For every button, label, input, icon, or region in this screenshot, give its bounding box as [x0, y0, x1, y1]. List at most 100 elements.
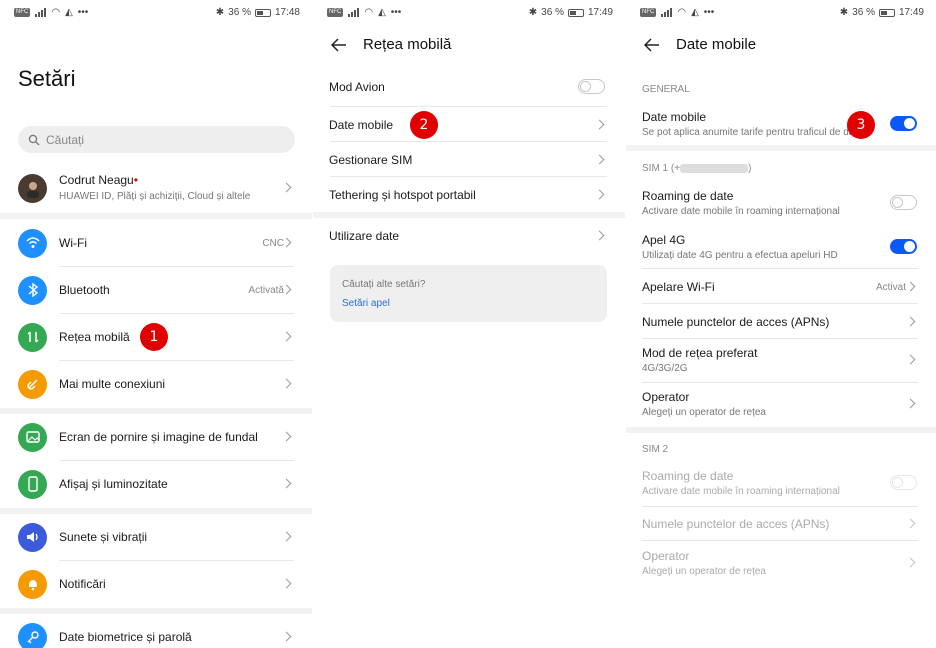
mobile-data-toggle-row[interactable]: Date mobile Se pot aplica anumite tarife… [626, 106, 936, 142]
search-icon [28, 134, 40, 145]
apn-row[interactable]: Numele punctelor de acces (APNs) [626, 307, 936, 337]
more-status-icon: ••• [390, 7, 402, 18]
wifi-label: Wi-Fi [59, 236, 87, 250]
apel-4g-row[interactable]: Apel 4G Utilizați date 4G pentru a efect… [626, 230, 936, 266]
operator-label: Operator [642, 390, 690, 404]
section-separator [0, 408, 312, 414]
roaming-subtitle: Activare date mobile în roaming internaț… [642, 206, 840, 217]
battery-icon [567, 8, 584, 17]
mobile-data-subtitle: Se pot aplica anumite tarife pentru traf… [642, 127, 863, 138]
clock: 17:49 [587, 7, 613, 18]
section-separator [0, 213, 312, 219]
section-separator [313, 212, 625, 218]
chevron-right-icon [594, 154, 605, 165]
divider [642, 338, 918, 339]
clock: 17:49 [898, 7, 924, 18]
home-screen-label: Ecran de pornire și imagine de fundal [59, 430, 258, 444]
settings-panel: NFC ◠ ◭ ••• ✱ 36 % 17:48 Setări Căutați Codr… [0, 0, 312, 648]
chevron-right-icon [281, 631, 292, 642]
bluetooth-value: Activată [248, 285, 284, 296]
search-input[interactable]: Căutați [18, 126, 295, 153]
bluetooth-status-icon: ✱ [839, 7, 849, 18]
sidebar-item-wifi[interactable]: Wi-Fi CNC [0, 228, 312, 258]
sidebar-item-notifications[interactable]: Notificări [0, 569, 312, 599]
sounds-label: Sunete și vibrații [59, 530, 148, 544]
airplane-mode-toggle[interactable] [578, 79, 605, 94]
roaming-row[interactable]: Roaming de date Activare date mobile în … [626, 186, 936, 222]
account-subtitle: HUAWEI ID, Plăți și achiziții, Cloud și … [59, 191, 251, 202]
mobile-data-toggle[interactable] [890, 116, 917, 131]
sidebar-item-bluetooth[interactable]: Bluetooth Activată [0, 275, 312, 305]
sidebar-item-home-screen[interactable]: Ecran de pornire și imagine de fundal [0, 422, 312, 452]
mobile-data-panel: NFC ◠ ◭ ••• ✱ 36 % 17:49 Date mobile GENERAL… [626, 0, 936, 648]
tethering-row[interactable]: Tethering și hotspot portabil [313, 180, 625, 210]
call-settings-link[interactable]: Setări apel [342, 298, 390, 309]
apel-4g-label: Apel 4G [642, 233, 686, 247]
biometrics-label: Date biometrice și parolă [59, 630, 192, 644]
section-separator [0, 508, 312, 514]
divider [59, 266, 294, 267]
chevron-right-icon [905, 557, 916, 568]
sim-chip-icon: NFC [14, 8, 31, 17]
section-separator [626, 427, 936, 433]
battery-percent: 36 % [852, 7, 875, 18]
image-icon [18, 422, 47, 452]
chevron-right-icon [905, 518, 916, 529]
app-icon: ◭ [65, 7, 73, 18]
signal-icon [661, 8, 673, 17]
chevron-right-icon [594, 189, 605, 200]
apn-sim2-row: Numele punctelor de acces (APNs) [626, 509, 936, 539]
divider [59, 313, 294, 314]
section-separator [626, 145, 936, 151]
sidebar-item-sounds[interactable]: Sunete și vibrații [0, 522, 312, 552]
chevron-right-icon [281, 331, 292, 342]
operator-sim2-label: Operator [642, 549, 690, 563]
back-arrow-icon[interactable] [644, 37, 660, 52]
roaming-toggle[interactable] [890, 195, 917, 210]
operator-sim2-subtitle: Alegeți un operator de rețea [642, 566, 766, 577]
roaming-sim2-subtitle: Activare date mobile în roaming internaț… [642, 486, 840, 497]
apel-4g-subtitle: Utilizați date 4G pentru a efectua apelu… [642, 250, 838, 261]
wifi-calling-row[interactable]: Apelare Wi-Fi Activat [626, 272, 936, 302]
sidebar-item-biometrics[interactable]: Date biometrice și parolă [0, 622, 312, 648]
search-placeholder: Căutați [46, 132, 85, 147]
roaming-sim2-row: Roaming de date Activare date mobile în … [626, 466, 936, 502]
section-separator [0, 608, 312, 614]
header: Date mobile [644, 36, 756, 53]
airplane-mode-row[interactable]: Mod Avion [313, 72, 625, 102]
back-arrow-icon[interactable] [331, 37, 347, 52]
divider [59, 460, 294, 461]
data-usage-row[interactable]: Utilizare date [313, 221, 625, 251]
airplane-mode-label: Mod Avion [329, 80, 385, 94]
operator-sim2-row: Operator Alegeți un operator de rețea [626, 545, 936, 583]
divider [642, 506, 918, 507]
battery-icon [878, 8, 895, 17]
app-icon: ◭ [378, 7, 386, 18]
more-status-icon: ••• [703, 7, 715, 18]
preferred-network-row[interactable]: Mod de rețea preferat 4G/3G/2G [626, 342, 936, 380]
chevron-right-icon [281, 478, 292, 489]
operator-subtitle: Alegeți un operator de rețea [642, 407, 766, 418]
sidebar-item-more-connections[interactable]: Mai multe conexiuni [0, 369, 312, 399]
page-title: Rețea mobilă [363, 36, 452, 53]
section-header-sim1: SIM 1 (+) [642, 163, 752, 174]
step-badge: 2 [410, 111, 438, 139]
help-box: Căutați alte setări? Setări apel [330, 265, 607, 322]
divider [642, 540, 918, 541]
status-bar: NFC ◠ ◭ ••• ✱ 36 % 17:49 [313, 0, 625, 26]
apel-4g-toggle[interactable] [890, 239, 917, 254]
roaming-label: Roaming de date [642, 189, 734, 203]
help-question: Căutați alte setări? [342, 279, 426, 290]
mobile-data-row[interactable]: Date mobile [313, 110, 625, 140]
mobile-network-panel: NFC ◠ ◭ ••• ✱ 36 % 17:49 Rețea mobilă Mod Av… [313, 0, 625, 648]
mobile-data-label: Date mobile [329, 118, 394, 132]
operator-row[interactable]: Operator Alegeți un operator de rețea [626, 386, 936, 424]
clock: 17:48 [274, 7, 300, 18]
sidebar-item-display[interactable]: Afișaj și luminozitate [0, 469, 312, 499]
wifi-calling-value: Activat [875, 282, 906, 293]
status-bar: NFC ◠ ◭ ••• ✱ 36 % 17:49 [626, 0, 936, 26]
page-title: Date mobile [676, 36, 757, 53]
sim-management-row[interactable]: Gestionare SIM [313, 145, 625, 175]
account-row[interactable]: Codrut Neagu• HUAWEI ID, Plăți și achizi… [0, 168, 312, 208]
battery-icon [254, 8, 271, 17]
